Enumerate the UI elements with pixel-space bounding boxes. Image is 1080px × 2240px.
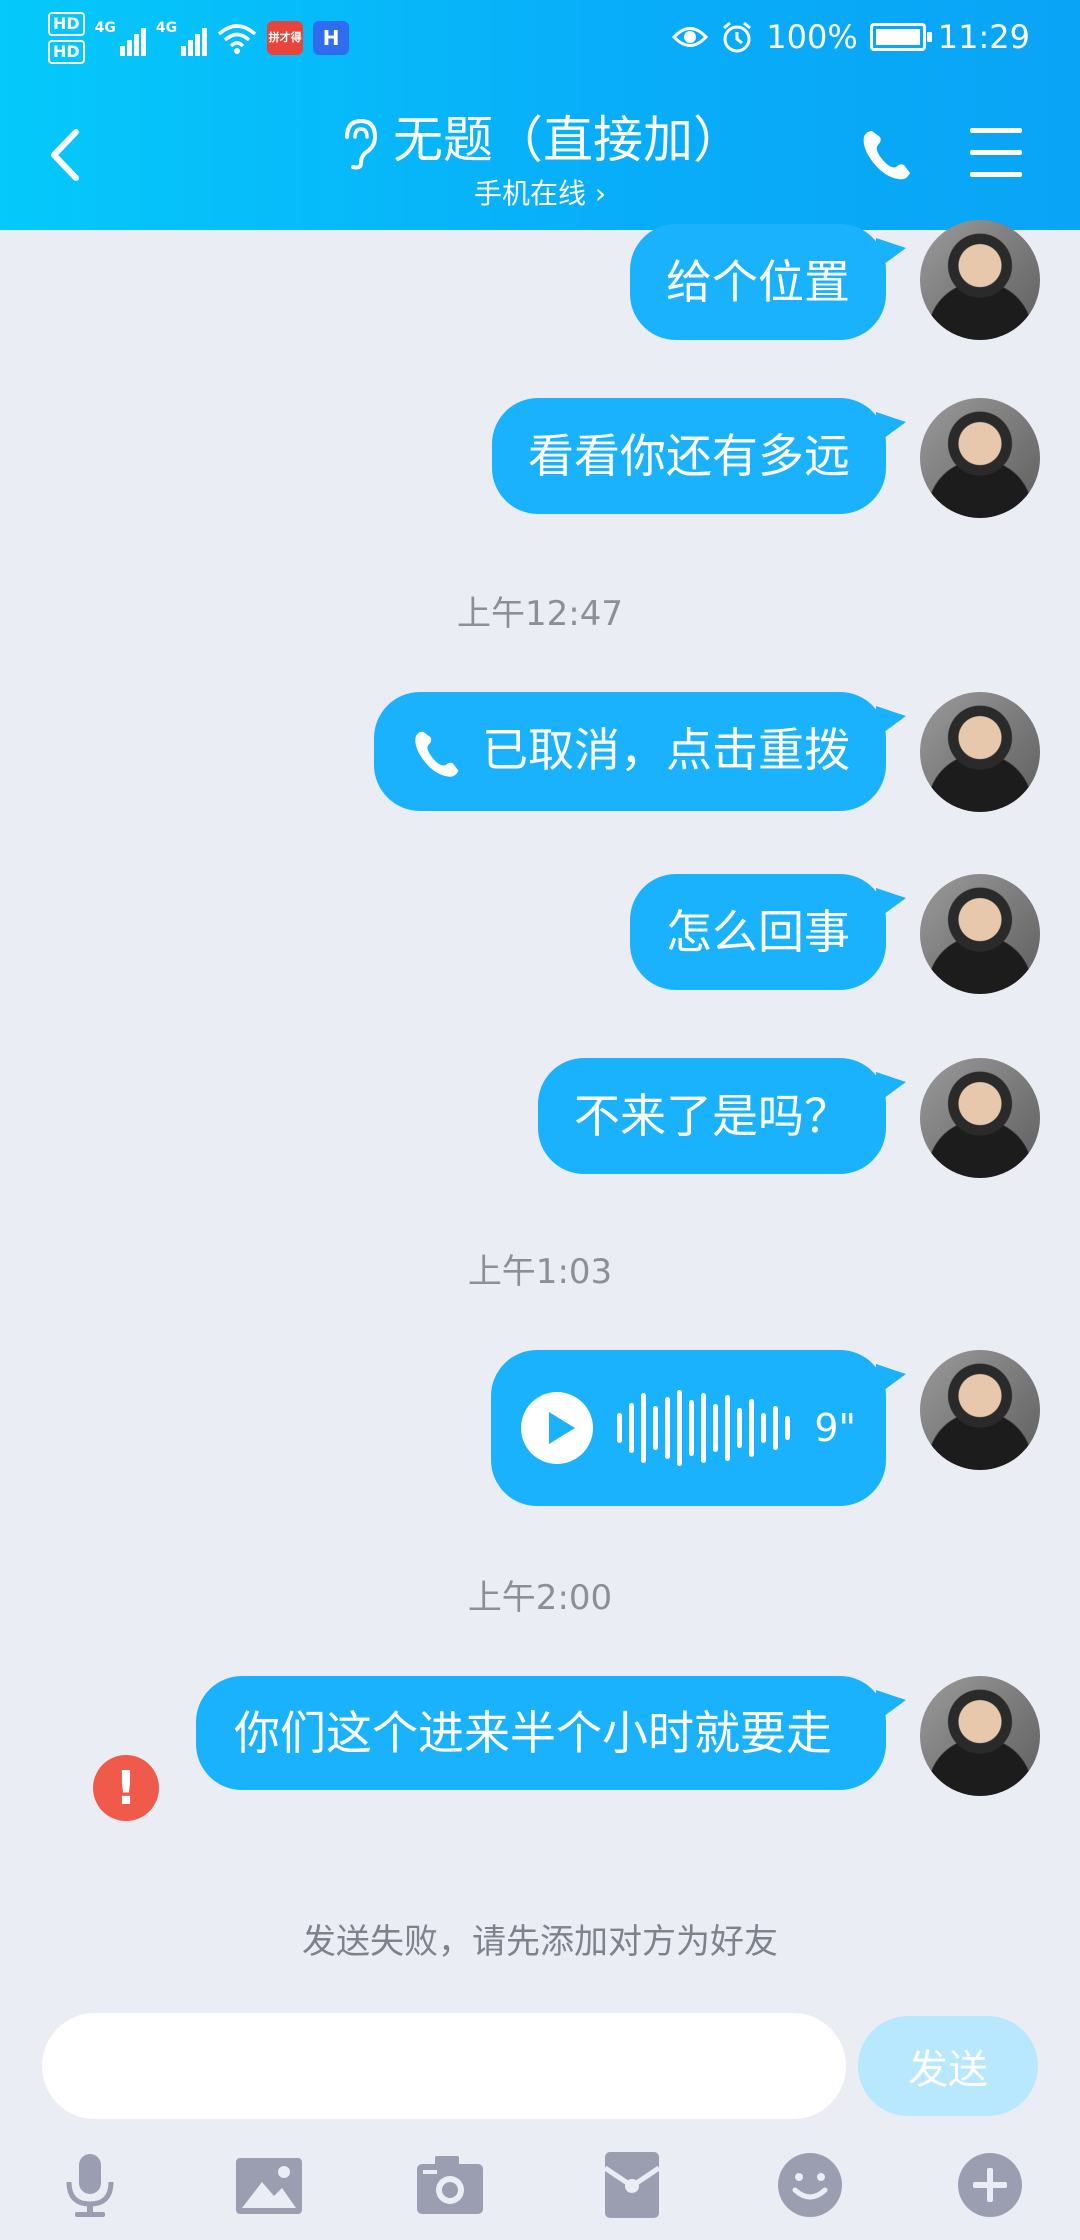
app-notification-icon-2: H [313, 21, 350, 55]
avatar[interactable] [920, 1350, 1040, 1470]
avatar[interactable] [920, 220, 1040, 340]
input-toolbar [0, 2140, 1080, 2240]
play-icon[interactable] [521, 1392, 594, 1464]
hd-badge-2: HD [48, 40, 85, 64]
chat-title-text: 无题（直接加） [393, 111, 743, 169]
timestamp: 上午1:03 [467, 1252, 613, 1292]
emoji-icon[interactable] [775, 2150, 845, 2220]
battery-percent: 100% [766, 18, 858, 56]
timestamp: 上午12:47 [457, 594, 623, 634]
voice-duration: 9" [814, 1406, 856, 1450]
send-failed-notice: 发送失败，请先添加对方为好友 [302, 1922, 778, 1962]
call-record-bubble[interactable]: 已取消，点击重拨 [374, 692, 906, 811]
message-input[interactable] [42, 2013, 846, 2119]
message-bubble[interactable]: 看看你还有多远 [492, 398, 906, 514]
avatar[interactable] [920, 1676, 1040, 1796]
status-bar: HD HD 4G 4G 拼才得 H 100% 11:29 [0, 0, 1080, 80]
signal-icon-2: 4G [156, 20, 208, 56]
waveform-icon [617, 1388, 791, 1468]
message-row: 已取消，点击重拨 [374, 692, 1040, 812]
send-button[interactable]: 发送 [858, 2016, 1038, 2116]
chat-title[interactable]: 无题（直接加） [0, 108, 1080, 172]
message-row: 9" [491, 1350, 1040, 1506]
earpiece-mode-icon [345, 118, 378, 169]
chat-header: HD HD 4G 4G 拼才得 H 100% 11:29 无题（直接加） 手机在… [0, 0, 1080, 230]
wifi-icon [217, 24, 257, 54]
plus-icon[interactable] [955, 2150, 1025, 2220]
message-list[interactable]: 给个位置 看看你还有多远 上午12:47 已取消，点击重拨 怎么回事 不来了是吗… [0, 220, 1080, 2000]
call-record-text: 已取消，点击重拨 [482, 723, 850, 777]
send-failed-icon[interactable]: ! [93, 1755, 159, 1821]
phone-icon [415, 731, 459, 777]
signal-icon-1: 4G [95, 20, 146, 56]
voice-message-bubble[interactable]: 9" [491, 1350, 906, 1506]
hd-badge-1: HD [48, 12, 85, 36]
battery-icon [869, 23, 932, 51]
eye-icon [672, 27, 709, 47]
alarm-icon [723, 21, 752, 53]
phone-call-icon[interactable] [858, 125, 918, 185]
timestamp: 上午2:00 [467, 1578, 613, 1618]
camera-icon[interactable] [415, 2150, 485, 2220]
avatar[interactable] [920, 692, 1040, 812]
image-icon[interactable] [234, 2150, 304, 2220]
online-status[interactable]: 手机在线 › [0, 172, 1080, 212]
clock: 11:29 [937, 18, 1030, 56]
message-bubble[interactable]: 你们这个进来半个小时就要走 [196, 1676, 906, 1790]
message-row: 不来了是吗？ [538, 1058, 1040, 1178]
message-row: 看看你还有多远 [492, 398, 1040, 518]
message-row: 怎么回事 [630, 874, 1040, 994]
message-row: 你们这个进来半个小时就要走 [196, 1676, 1040, 1796]
avatar[interactable] [920, 1058, 1040, 1178]
avatar[interactable] [920, 874, 1040, 994]
message-bubble[interactable]: 怎么回事 [630, 874, 906, 990]
app-notification-icon: 拼才得 [267, 21, 304, 55]
mic-icon[interactable] [55, 2150, 125, 2220]
avatar[interactable] [920, 398, 1040, 518]
red-packet-icon[interactable] [597, 2150, 667, 2220]
message-bubble[interactable]: 给个位置 [630, 224, 906, 340]
message-bubble[interactable]: 不来了是吗？ [538, 1058, 906, 1174]
message-row: 给个位置 [630, 220, 1040, 340]
menu-icon[interactable] [970, 128, 1022, 178]
